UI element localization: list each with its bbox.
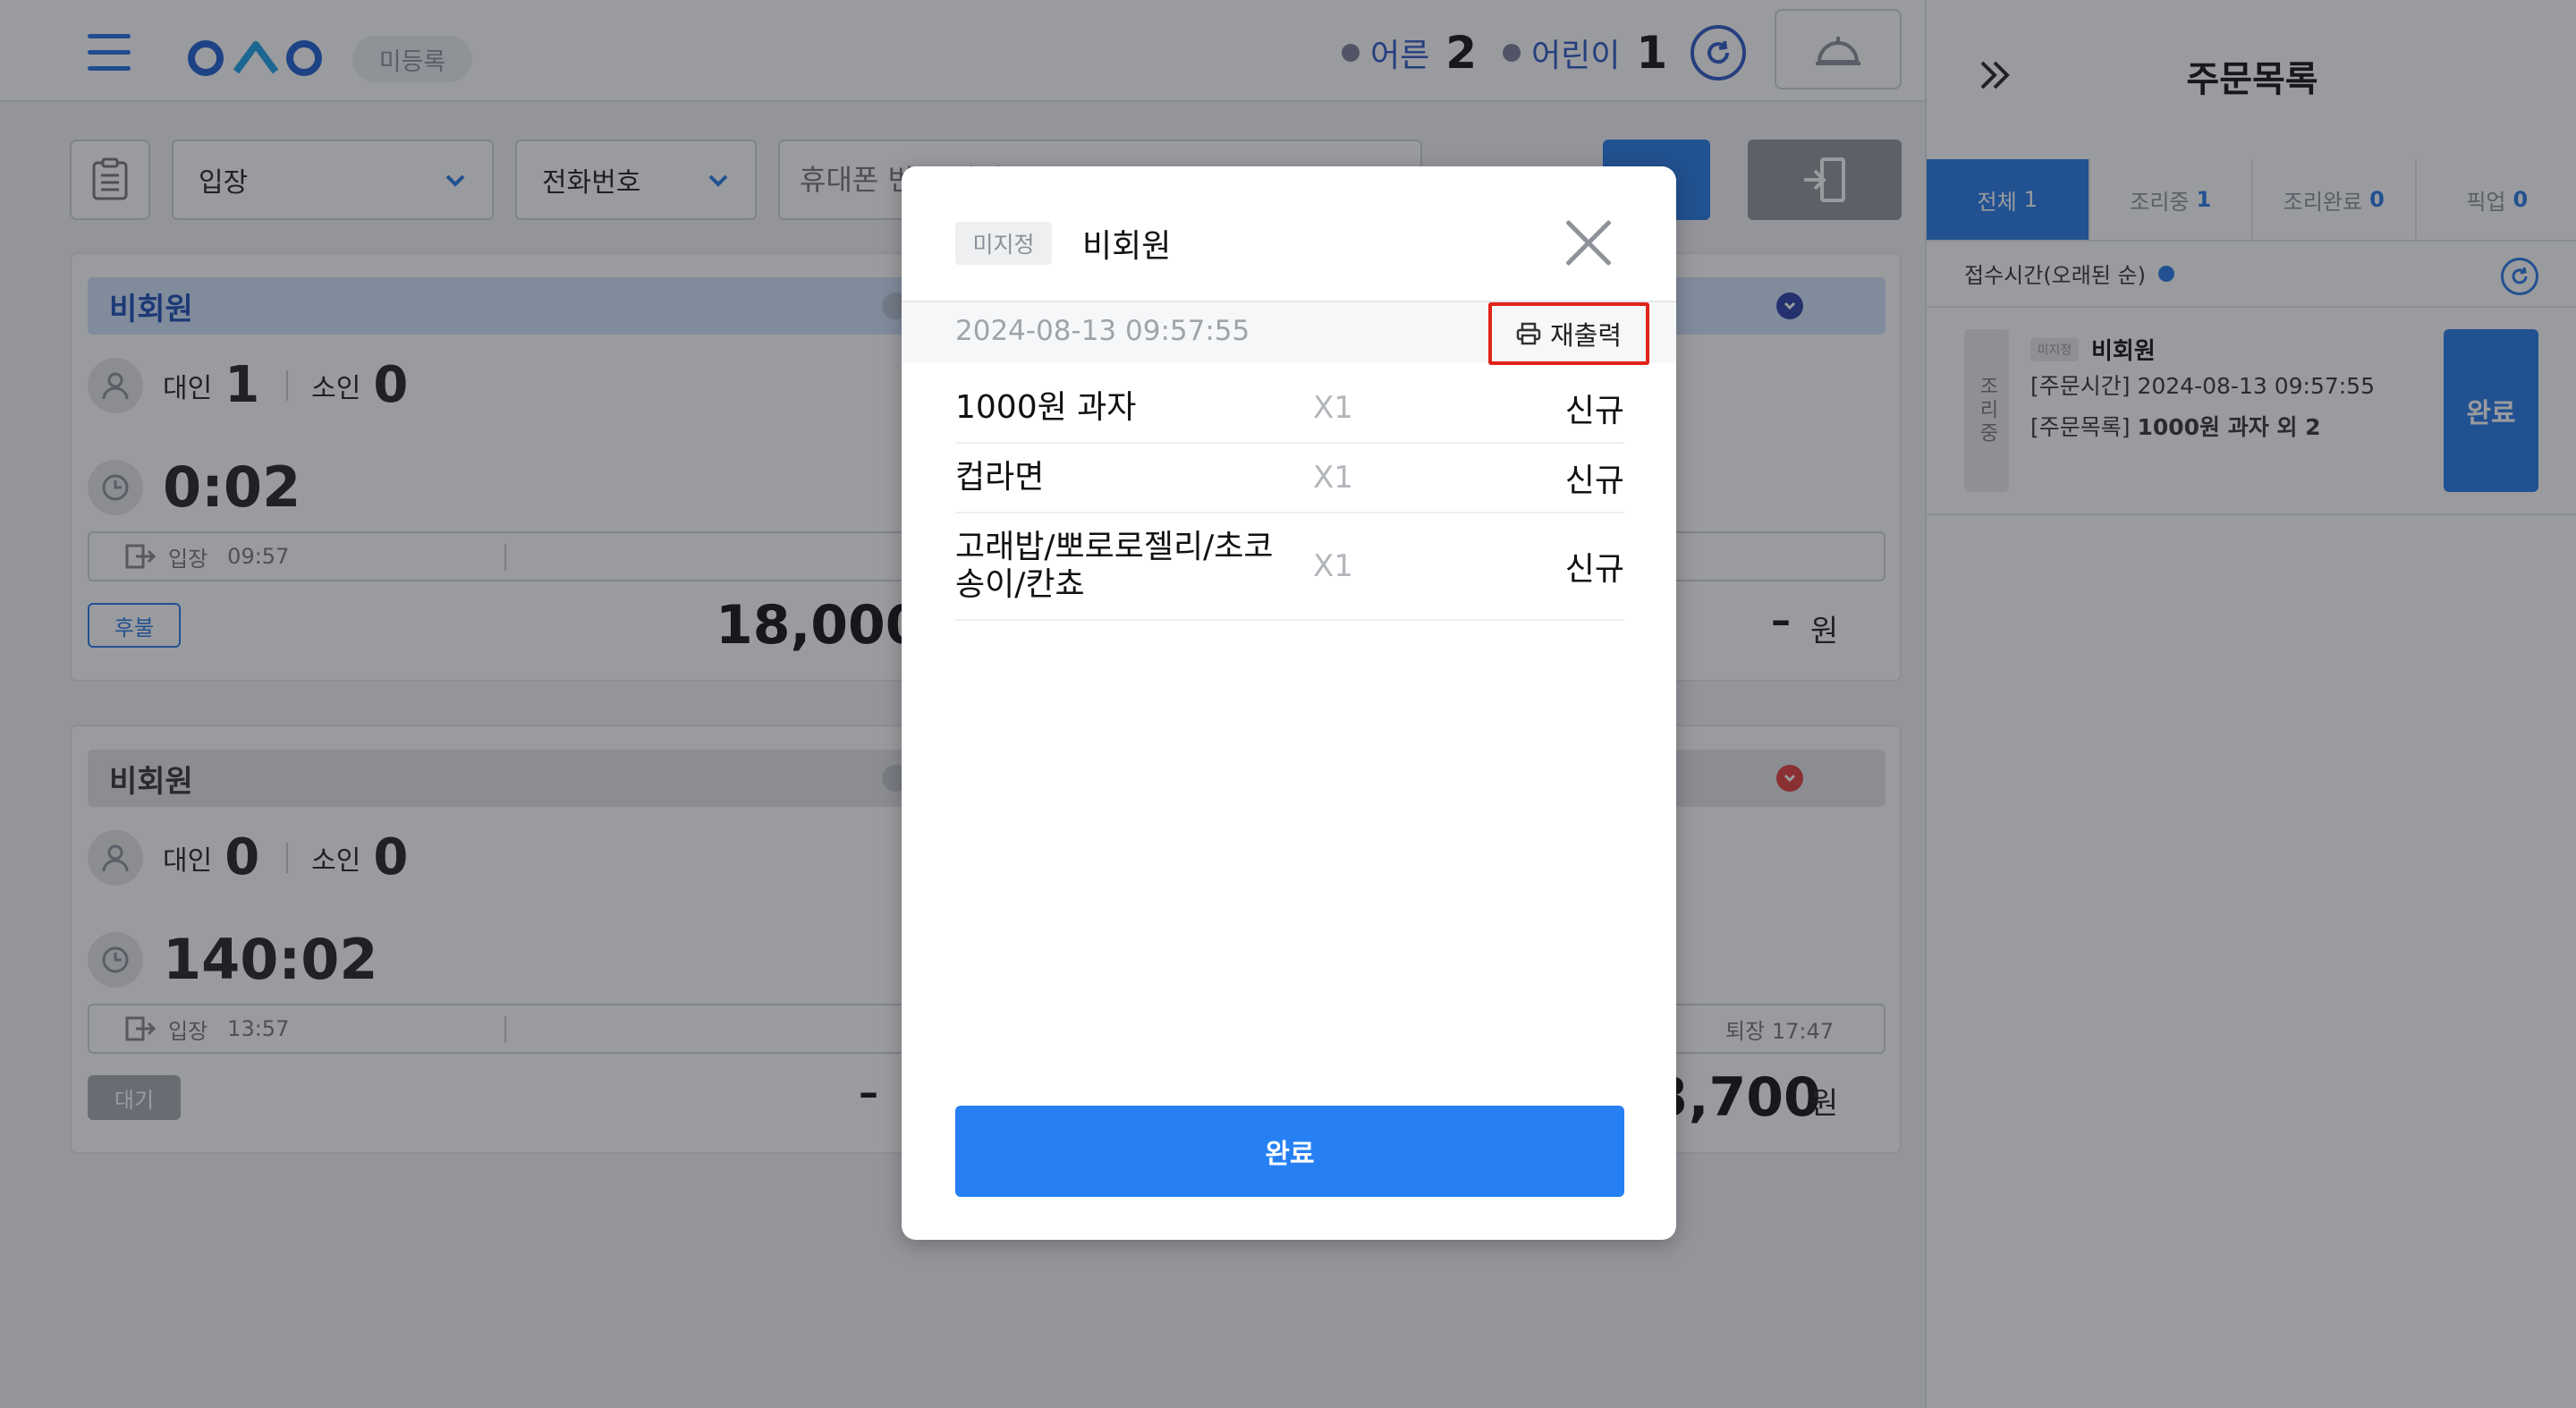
printer-icon	[1516, 322, 1541, 345]
order-items: 1000원 과자 X1 신규 컵라면 X1 신규 고래밥/뽀로로젤리/초코송이/…	[955, 374, 1624, 621]
order-date-row: 2024-08-13 09:57:55 재출력	[902, 301, 1676, 365]
item-status: 신규	[1564, 462, 1624, 499]
order-datetime: 2024-08-13 09:57:55	[955, 315, 1250, 347]
item-qty: X1	[1313, 548, 1353, 584]
item-qty: X1	[1313, 460, 1353, 496]
list-item: 컵라면 X1 신규	[955, 444, 1624, 513]
item-name: 1000원 과자	[955, 389, 1137, 426]
complete-button[interactable]: 완료	[955, 1106, 1624, 1197]
item-status: 신규	[1564, 551, 1624, 588]
modal-title: 비회원	[1082, 228, 1172, 265]
close-icon[interactable]	[1563, 218, 1614, 268]
list-item: 고래밥/뽀로로젤리/초코송이/칸쵸 X1 신규	[955, 513, 1624, 621]
item-status: 신규	[1564, 393, 1624, 429]
item-name: 고래밥/뽀로로젤리/초코송이/칸쵸	[955, 529, 1274, 603]
unassigned-badge: 미지정	[955, 222, 1052, 265]
order-detail-modal: 미지정 비회원 2024-08-13 09:57:55 재출력 1000원 과자…	[902, 166, 1676, 1240]
list-item: 1000원 과자 X1 신규	[955, 374, 1624, 444]
reprint-label: 재출력	[1549, 320, 1623, 351]
item-qty: X1	[1313, 390, 1353, 426]
item-name: 컵라면	[955, 459, 1045, 496]
reprint-button[interactable]: 재출력	[1488, 302, 1649, 365]
